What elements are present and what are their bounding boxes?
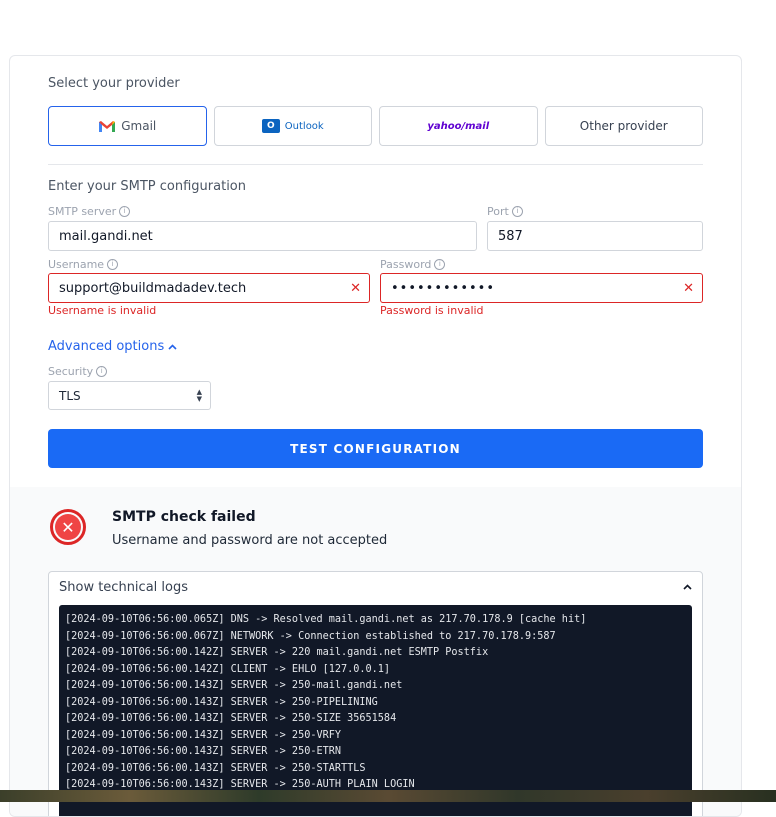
smtp-section-label: Enter your SMTP configuration [48,179,247,194]
log-line: [2024-09-10T06:56:00.143Z] SERVER -> 250… [65,713,397,724]
security-label: Security i [48,365,108,378]
background-strip [0,790,776,802]
info-icon[interactable]: i [434,259,446,270]
result-title: SMTP check failed [112,509,256,525]
provider-gmail-button[interactable]: Gmail [48,106,207,146]
password-input[interactable]: •••••••••••• ✕ [380,273,703,303]
gmail-icon [99,120,116,132]
log-line: [2024-09-10T06:56:00.143Z] SERVER -> 250… [65,762,366,774]
password-label: Password i [380,258,446,271]
test-configuration-button[interactable]: TEST CONFIGURATION [48,429,703,468]
security-value: TLS [59,388,81,403]
log-line: [2024-09-10T06:56:00.143Z] SERVER -> 250… [65,729,342,741]
show-logs-toggle[interactable]: Show technical logs [59,580,188,595]
security-select[interactable]: TLS ▲ ▼ [48,381,211,410]
select-arrows-icon: ▲ ▼ [196,388,202,403]
smtp-server-label-text: SMTP server [48,205,117,218]
info-icon[interactable]: i [511,206,523,217]
port-input[interactable]: 587 [487,221,703,251]
password-value: •••••••••••• [391,280,496,296]
port-label: Port i [487,205,523,218]
log-line: [2024-09-10T06:56:00.143Z] SERVER -> 250… [65,696,378,708]
provider-yahoo-button[interactable]: yahoo/mail [379,106,538,146]
security-label-text: Security [48,365,94,378]
provider-other-label: Other provider [579,119,668,133]
info-icon[interactable]: i [119,206,131,217]
technical-logs-panel: Show technical logs [2024-09-10T06:56:00… [48,571,703,816]
chevron-up-icon[interactable] [683,580,692,593]
error-circle-icon: ✕ [50,509,86,545]
log-line: [2024-09-10T06:56:00.142Z] SERVER -> 220… [65,647,489,658]
smtp-server-input[interactable]: mail.gandi.net [48,221,477,251]
username-label-text: Username [48,258,105,271]
password-error: Password is invalid [380,304,484,317]
username-input[interactable]: support@buildmadadev.tech ✕ [48,273,370,303]
chevron-up-icon [168,343,177,350]
provider-other-button[interactable]: Other provider [544,106,703,146]
outlook-icon: O [261,119,280,133]
advanced-options-toggle[interactable]: Advanced options [48,339,177,354]
smtp-server-value: mail.gandi.net [59,228,153,244]
provider-outlook-button[interactable]: O Outlook [213,106,372,146]
port-label-text: Port [487,205,509,218]
provider-options: Gmail O Outlook yahoo/mail Other provide… [48,106,703,146]
clear-icon[interactable]: ✕ [350,281,361,296]
info-icon[interactable]: i [96,366,108,377]
log-line: [2024-09-10T06:56:00.143Z] SERVER -> 250… [65,746,342,757]
provider-gmail-label: Gmail [121,119,157,133]
provider-section-label: Select your provider [48,76,180,91]
provider-outlook-label: Outlook [284,120,324,132]
log-line: [2024-09-10T06:56:00.143Z] SERVER -> 250… [65,680,403,691]
smtp-server-label: SMTP server i [48,205,131,218]
log-line: [2024-09-10T06:56:00.065Z] DNS -> Resolv… [65,614,587,625]
password-label-text: Password [380,258,432,271]
log-line: [2024-09-10T06:56:00.067Z] NETWORK -> Co… [65,630,556,642]
username-label: Username i [48,258,119,271]
log-terminal: [2024-09-10T06:56:00.065Z] DNS -> Resolv… [59,605,692,816]
username-error: Username is invalid [48,304,157,317]
advanced-options-label: Advanced options [48,339,165,354]
port-value: 587 [498,228,523,244]
username-value: support@buildmadadev.tech [59,280,247,296]
smtp-config-card: Select your provider Gmail O Outlook yah… [9,55,742,817]
yahoo-mail-logo: yahoo/mail [427,120,490,132]
result-panel: ✕ SMTP check failed Username and passwor… [10,487,741,816]
result-message: Username and password are not accepted [112,533,388,548]
divider [48,164,703,165]
clear-icon[interactable]: ✕ [683,281,694,296]
log-line: [2024-09-10T06:56:00.142Z] CLIENT -> EHL… [65,663,391,675]
info-icon[interactable]: i [107,259,119,270]
